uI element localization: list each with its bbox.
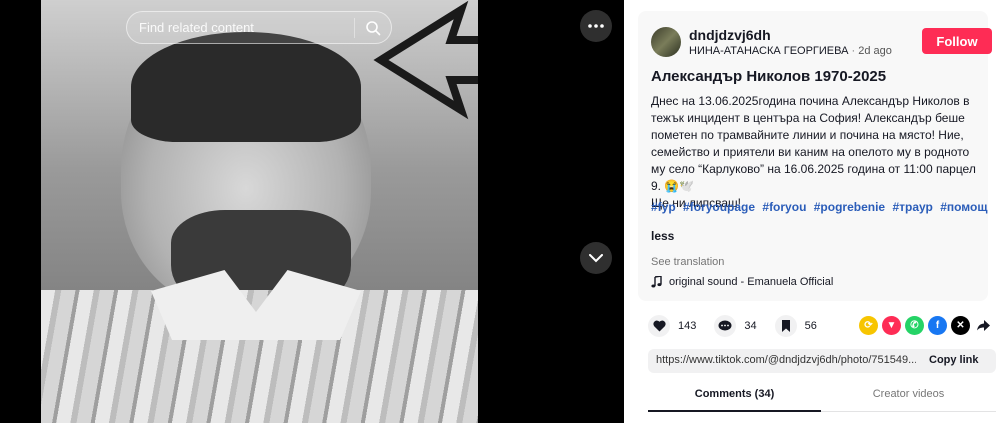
avatar[interactable]	[651, 27, 681, 57]
engagement-bar: 143 34 56	[648, 315, 835, 337]
post-description: Днес на 13.06.2025година почина Александ…	[651, 93, 981, 212]
next-post-button[interactable]	[580, 242, 612, 274]
author-nickname[interactable]: НИНА-АТАНАСКА ГЕОРГИЕВА	[689, 45, 848, 57]
share-link-box: https://www.tiktok.com/@dndjdzvj6dh/phot…	[648, 349, 996, 373]
media-viewer: Find related content	[0, 0, 624, 423]
comment-icon	[714, 315, 737, 337]
person-hair	[131, 32, 361, 142]
whatsapp-icon[interactable]: ✆	[905, 316, 924, 335]
copy-link-button[interactable]: Copy link	[929, 354, 979, 366]
tab-creator-videos[interactable]: Creator videos	[821, 388, 996, 400]
less-button[interactable]: less	[651, 229, 674, 243]
more-options-button[interactable]	[580, 10, 612, 42]
save-count: 56	[804, 320, 817, 332]
author-username[interactable]: dndjdzvj6dh	[689, 27, 771, 43]
like-button[interactable]: 143	[648, 315, 696, 337]
sound-link[interactable]: original sound - Emanuela Official	[651, 276, 833, 288]
heart-icon	[648, 315, 670, 337]
hashtag-link[interactable]: #foryoupage	[683, 200, 755, 214]
facebook-icon[interactable]: f	[928, 316, 947, 335]
post-title: Александър Николов 1970-2025	[651, 68, 887, 85]
bookmark-icon	[774, 315, 797, 337]
hashtag-link[interactable]: #fyp	[651, 200, 676, 214]
separator-dot: ·	[851, 45, 856, 57]
active-tab-indicator	[648, 410, 821, 412]
chevron-down-icon	[589, 253, 603, 262]
description-text: Днес на 13.06.2025година почина Александ…	[651, 94, 976, 193]
sound-name: original sound - Emanuela Official	[669, 276, 834, 288]
share-arrow-icon[interactable]	[974, 316, 993, 335]
search-icon[interactable]	[355, 11, 391, 44]
save-button[interactable]: 56	[774, 315, 817, 337]
post-time: 2d ago	[858, 45, 892, 57]
music-note-icon	[651, 276, 662, 288]
hashtag-link[interactable]: #помощ	[940, 200, 987, 214]
more-dots-icon	[588, 24, 604, 28]
comments-tabs: Comments (34) Creator videos	[648, 378, 996, 412]
repost-icon[interactable]: ⟳	[859, 316, 878, 335]
follow-button[interactable]: Follow	[922, 28, 992, 54]
comment-count: 34	[744, 320, 757, 332]
hashtag-link[interactable]: #траур	[892, 200, 932, 214]
x-icon[interactable]: ✕	[951, 316, 970, 335]
search-input[interactable]: Find related content	[126, 11, 392, 44]
hashtag-link[interactable]: #pogrebenie	[814, 200, 885, 214]
share-link-text[interactable]: https://www.tiktok.com/@dndjdzvj6dh/phot…	[656, 354, 916, 366]
hashtag-list: #fyp #foryoupage #foryou #pogrebenie #тр…	[651, 200, 991, 214]
hashtag-link[interactable]: #foryou	[762, 200, 806, 214]
search-placeholder: Find related content	[139, 20, 254, 35]
see-translation-link[interactable]: See translation	[651, 256, 724, 268]
share-bar: ⟳ ▼ ✆ f ✕	[859, 316, 993, 335]
post-photo[interactable]	[41, 0, 478, 423]
author-subline: НИНА-АТАНАСКА ГЕОРГИЕВА · 2d ago	[689, 45, 892, 57]
tab-comments[interactable]: Comments (34)	[648, 388, 821, 400]
comment-button[interactable]: 34	[714, 315, 757, 337]
like-count: 143	[678, 320, 697, 332]
pinterest-icon[interactable]: ▼	[882, 316, 901, 335]
